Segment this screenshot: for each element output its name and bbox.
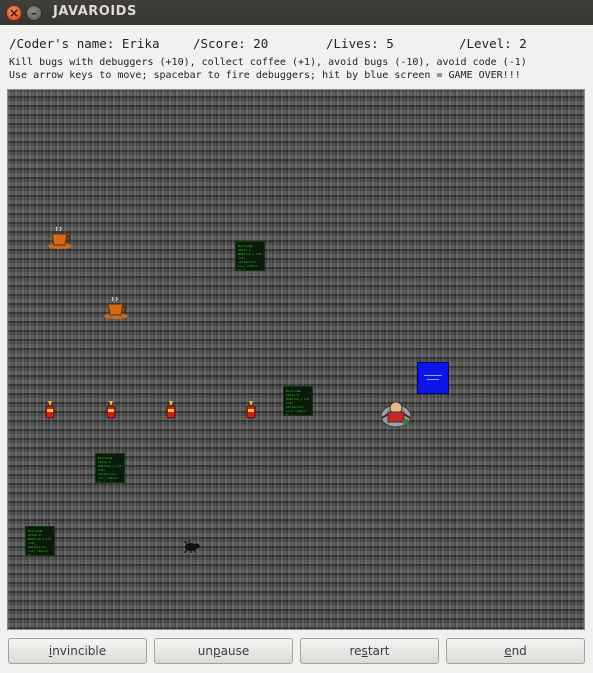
window-title: JAVAROIDS [53,4,137,19]
rules-line-controls: Use arrow keys to move; spacebar to fire… [9,70,521,81]
minimize-icon: – [31,6,37,20]
invincible-button[interactable]: invincible [8,638,147,664]
code-block-icon: #include stdio.h #define { int i=0; whil… [283,386,313,416]
debugger-bomb-icon [106,401,116,419]
unpause-label: ause [220,644,250,658]
coffee-cup-icon [48,227,72,249]
code-block-icon: #include stdio.h #define { int i=0; whil… [95,453,125,483]
code-block-icon: #include stdio.h #define { int i=0; whil… [25,526,55,556]
coffee-cup-icon [104,297,128,319]
coder-name: /Coder's name: Erika [9,36,160,51]
game-field[interactable]: #include stdio.h #define { int i=0; whil… [7,89,585,630]
window-titlebar: × – JAVAROIDS [0,0,593,25]
close-window-button[interactable]: × [6,5,22,21]
restart-button[interactable]: restart [300,638,439,664]
unpause-label-pre: un [197,644,213,658]
blue-screen-icon [417,362,449,394]
restart-label: tart [367,644,390,658]
end-button[interactable]: end [446,638,585,664]
coder-ship-icon[interactable] [378,398,414,430]
restart-label-pre: re [349,644,362,658]
invincible-label: nvincible [52,644,107,658]
code-block-icon: #include stdio.h #define { int i=0; whil… [235,241,265,271]
end-mnemonic: e [504,644,512,658]
minimize-window-button[interactable]: – [26,5,42,21]
debugger-bomb-icon [45,401,55,419]
bug-icon [183,539,200,553]
end-label: nd [511,644,527,658]
unpause-button[interactable]: unpause [154,638,293,664]
debugger-bomb-icon [246,401,256,419]
debugger-bomb-icon [166,401,176,419]
unpause-mnemonic: p [213,644,221,658]
score-display: /Score: 20 [193,36,269,51]
rules-line-scoring: Kill bugs with debuggers (+10), collect … [9,57,527,68]
lives-display: /Lives: 5 [326,36,394,51]
level-display: /Level: 2 [459,36,527,51]
close-icon: × [8,6,20,20]
